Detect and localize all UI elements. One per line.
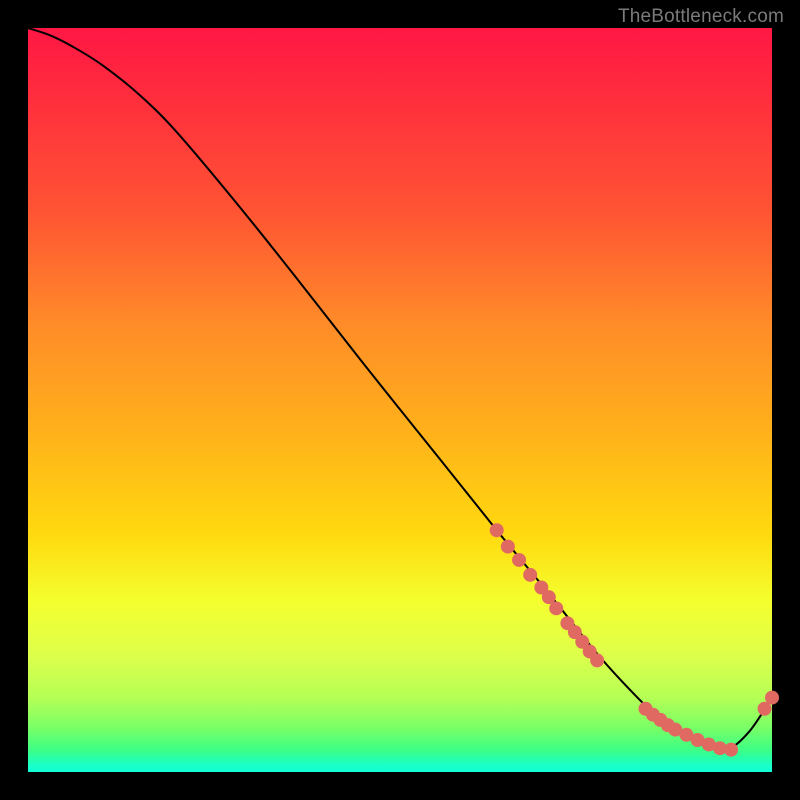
bottleneck-curve-line: [28, 28, 772, 750]
chart-svg: [28, 28, 772, 772]
curve-markers: [490, 523, 779, 756]
curve-marker: [590, 653, 604, 667]
curve-marker: [549, 601, 563, 615]
watermark-text: TheBottleneck.com: [618, 6, 784, 28]
curve-marker: [523, 568, 537, 582]
curve-marker: [724, 743, 738, 757]
curve-marker: [501, 540, 515, 554]
chart-plot-area: [28, 28, 772, 772]
curve-marker: [765, 691, 779, 705]
curve-marker: [512, 553, 526, 567]
curve-marker: [490, 523, 504, 537]
